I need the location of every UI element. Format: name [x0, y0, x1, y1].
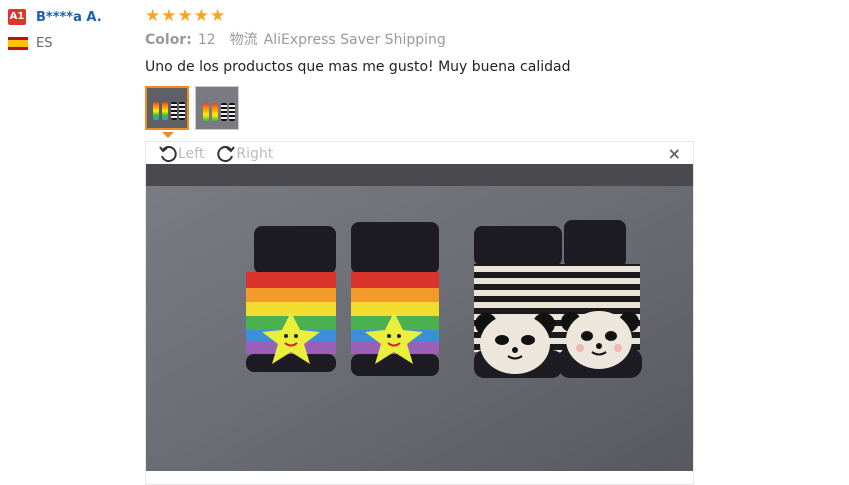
- rotate-left-label: Left: [178, 146, 205, 162]
- active-thumbnail-pointer: [162, 132, 174, 138]
- star-icon: ★: [177, 6, 193, 26]
- rotate-left-button[interactable]: Left: [158, 144, 204, 164]
- reviewer-name-row: A1 B****a A.: [8, 8, 138, 26]
- rotate-controls: Left Right: [158, 144, 273, 164]
- country-code: ES: [36, 35, 53, 51]
- shipping-value: AliExpress Saver Shipping: [263, 32, 446, 48]
- review-text: Uno de los productos que mas me gusto! M…: [145, 59, 571, 75]
- rotate-left-icon: [159, 146, 177, 163]
- thumbnail-photo-1[interactable]: [145, 86, 189, 130]
- reviewer-country-row: ES: [8, 35, 138, 51]
- level-badge: A1: [8, 9, 26, 25]
- star-rating: ★ ★ ★ ★ ★: [145, 6, 745, 26]
- star-icon: ★: [145, 6, 161, 26]
- image-viewer: Left Right ×: [145, 141, 694, 485]
- review-meta: Color: 12 物流 AliExpress Saver Shipping: [145, 30, 745, 50]
- review-thumbnails: [145, 86, 239, 130]
- rotate-right-button[interactable]: Right: [216, 144, 273, 164]
- reviewer-info: A1 B****a A. ES: [8, 8, 138, 51]
- rotate-right-icon: [217, 146, 236, 163]
- star-icon: ★: [193, 6, 209, 26]
- review-photo: [146, 164, 693, 471]
- thumbnail-photo-2[interactable]: [195, 86, 239, 130]
- reviewer-name[interactable]: B****a A.: [36, 10, 102, 25]
- rainbow-sock-right: [351, 222, 439, 376]
- review-body: ★ ★ ★ ★ ★ Color: 12 物流 AliExpress Saver Shi…: [145, 6, 745, 77]
- color-label: Color:: [145, 32, 192, 48]
- spain-flag-icon: [8, 36, 28, 50]
- shipping-label: 物流: [229, 32, 258, 48]
- rainbow-sock-left: [246, 226, 336, 372]
- close-icon[interactable]: ×: [668, 146, 681, 162]
- panda-sock-left: [474, 226, 562, 378]
- color-value: 12: [197, 32, 216, 48]
- star-icon: ★: [210, 6, 226, 26]
- rotate-right-label: Right: [236, 146, 274, 162]
- star-icon: ★: [161, 6, 177, 26]
